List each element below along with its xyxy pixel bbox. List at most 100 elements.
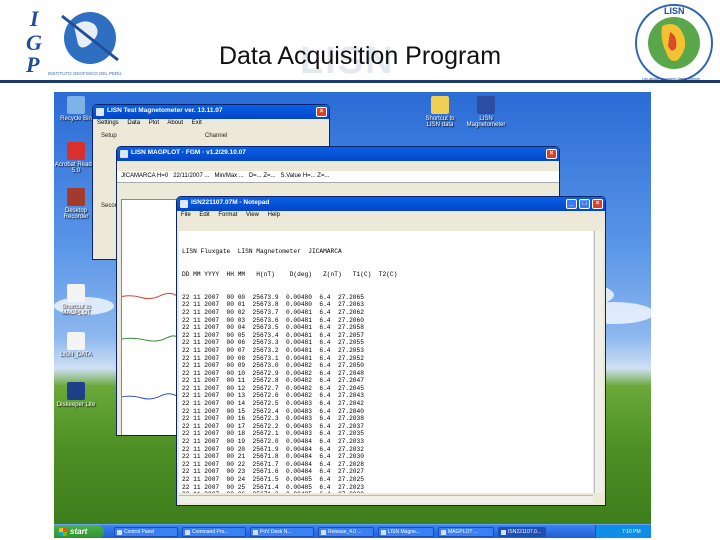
data-row: 22 11 2007 00 13 25672.6 0.00482 6.4 27.… [182, 392, 364, 400]
magplot-info-bar: JICAMARCA H=0 22/11/2007 ... Min/Max ...… [117, 171, 559, 183]
maximize-button[interactable]: □ [579, 199, 590, 209]
data-row: 22 11 2007 00 26 25671.3 0.00485 6.4 27.… [182, 491, 590, 493]
notepad-icon [180, 200, 188, 208]
data-row: 22 11 2007 00 21 25671.8 0.00484 6.4 27.… [182, 453, 364, 461]
magplot-titlebar[interactable]: LISN MAGPLOT · FGM · v1.2/29.10.07 × [117, 147, 559, 161]
desktop-screenshot: Recycle Bin Acrobat Reader 5.0 Desktop R… [54, 92, 651, 538]
data-row: 22 11 2007 00 00 25673.9 0.00480 6.4 27.… [182, 293, 364, 301]
system-tray-clock: 7:10 PM [595, 525, 651, 538]
lisn-logo: LISN Low-latitude Ionospheric Sensor Net… [635, 4, 713, 82]
magnetometer-titlebar[interactable]: LISN Test Magnetometer ver. 13.11.07 × [93, 105, 329, 119]
app-icon [96, 108, 104, 116]
menu-format[interactable]: Format [218, 212, 237, 218]
vertical-scrollbar[interactable] [594, 231, 603, 493]
data-row: 22 11 2007 00 17 25672.2 0.00483 6.4 27.… [182, 422, 364, 430]
notepad-window[interactable]: ISN221107.07M - Notepad _ □ × File Edit … [176, 196, 606, 506]
data-row: 22 11 2007 00 07 25673.2 0.00481 6.4 27.… [182, 346, 364, 354]
horizontal-scrollbar[interactable] [179, 495, 593, 503]
taskbar-item[interactable]: MAGPLOT ... [438, 527, 494, 537]
setup-label: Setup [101, 133, 117, 139]
desktop-icon-label: Shortcut to LISN data [425, 116, 455, 128]
data-row: 22 11 2007 00 18 25672.1 0.00483 6.4 27.… [182, 430, 364, 438]
document-icon [67, 332, 85, 350]
taskbar-item[interactable]: Release_4.0 ... [318, 527, 374, 537]
menu-help[interactable]: Help [268, 212, 280, 218]
data-row: 22 11 2007 00 04 25673.5 0.00481 6.4 27.… [182, 324, 364, 332]
logo-letter-p: P [25, 52, 40, 76]
menu-file[interactable]: File [181, 212, 191, 218]
desktop-icon-label: LISN Magnetometer [466, 116, 506, 128]
magnetogram-plot [121, 199, 179, 435]
igp-logo: I G P INSTITUTO GEOFISICO DEL PERÚ [22, 2, 132, 76]
data-row: 22 11 2007 00 23 25671.6 0.00484 6.4 27.… [182, 468, 364, 476]
desktop-icon-magplot-shortcut[interactable]: Shortcut to MAGPLOT [54, 284, 98, 316]
data-row: 22 11 2007 00 24 25671.5 0.00485 6.4 27.… [182, 476, 364, 483]
info-minmax: Min/Max ... [214, 173, 244, 179]
start-button[interactable]: start [54, 525, 104, 538]
close-button[interactable]: × [592, 199, 603, 209]
data-row: 22 11 2007 00 02 25673.7 0.00481 6.4 27.… [182, 308, 364, 316]
data-columns-line: DD MM YYYY HH MM H(nT) D(deg) Z(nT) T1(C… [182, 270, 398, 278]
logo-letter-i: I [29, 6, 40, 31]
document-icon [67, 284, 85, 302]
data-row: 22 11 2007 00 16 25672.3 0.00483 6.4 27.… [182, 415, 364, 423]
desktop-icon-diskeeper[interactable]: Diskeeper Lite [54, 382, 98, 408]
menu-item[interactable]: About [167, 120, 183, 126]
lisn-logo-text: LISN [664, 6, 685, 16]
minimize-button[interactable]: _ [566, 199, 577, 209]
desktop-icon-label: LISN_DATA [60, 352, 92, 358]
data-row: 22 11 2007 00 03 25673.6 0.00481 6.4 27.… [182, 316, 364, 324]
recorder-icon [67, 188, 85, 206]
desktop-icon-label: Shortcut to MAGPLOT [61, 304, 91, 316]
data-row: 22 11 2007 00 01 25673.8 0.00480 6.4 27.… [182, 301, 364, 309]
channel-label: Channel [205, 133, 228, 139]
data-row: 22 11 2007 00 14 25672.5 0.00483 6.4 27.… [182, 400, 364, 408]
menu-item[interactable]: Exit [192, 120, 202, 126]
data-row: 22 11 2007 00 20 25671.9 0.00484 6.4 27.… [182, 445, 364, 453]
info-svalue: S.Value H=... Z=... [280, 173, 330, 179]
acrobat-icon [67, 142, 85, 160]
taskbar-item[interactable]: LISN Magne... [378, 527, 434, 537]
slide-title: Data Acquisition Program [218, 42, 502, 70]
info-dz: D=... Z=... [248, 173, 276, 179]
data-header-line: LISN Fluxgate LISN Magnetometer JICAMARC… [182, 248, 342, 256]
menu-item[interactable]: Settings [97, 120, 119, 126]
menu-bar: Settings Data Plot About Exit [93, 119, 329, 129]
window-title: ISN221107.07M - Notepad [191, 199, 270, 206]
info-station: JICAMARCA H=0 [121, 173, 169, 179]
folder-icon [431, 96, 449, 114]
taskbar: start Control Panel Command Pro... PoV D… [54, 524, 651, 538]
desktop-icon-label: Recycle Bin [60, 116, 92, 122]
taskbar-item-active[interactable]: ISN221107.0... [498, 527, 546, 537]
data-row: 22 11 2007 00 19 25672.0 0.00484 6.4 27.… [182, 438, 364, 446]
notepad-titlebar[interactable]: ISN221107.07M - Notepad _ □ × [177, 197, 605, 211]
info-date: 22/11/2007 ... [173, 173, 210, 179]
close-button[interactable]: × [546, 149, 557, 159]
menu-item[interactable]: Data [127, 120, 140, 126]
data-row: 22 11 2007 00 22 25671.7 0.00484 6.4 27.… [182, 460, 364, 468]
header-rule [0, 80, 720, 83]
data-row: 22 11 2007 00 11 25672.8 0.00482 6.4 27.… [182, 377, 364, 385]
taskbar-item[interactable]: PoV Desk N... [250, 527, 314, 537]
taskbar-item[interactable]: Command Pro... [182, 527, 246, 537]
desktop-icon-lisn-magnetometer[interactable]: LISN Magnetometer [464, 96, 508, 128]
menu-view[interactable]: View [246, 212, 259, 218]
data-row: 22 11 2007 00 25 25671.4 0.00485 6.4 27.… [182, 483, 364, 491]
menu-edit[interactable]: Edit [199, 212, 209, 218]
notepad-text-area[interactable]: LISN Fluxgate LISN Magnetometer JICAMARC… [179, 231, 593, 493]
app-icon [120, 150, 128, 158]
data-row: 22 11 2007 00 06 25673.3 0.00481 6.4 27.… [182, 339, 364, 347]
diskeeper-icon [67, 382, 85, 400]
desktop-icon-lisn-shortcut[interactable]: Shortcut to LISN data [418, 96, 462, 128]
data-row: 22 11 2007 00 05 25673.4 0.00481 6.4 27.… [182, 331, 364, 339]
menu-item[interactable]: Plot [149, 120, 159, 126]
taskbar-item[interactable]: Control Panel [114, 527, 178, 537]
lisn-app-icon [477, 96, 495, 114]
window-title: LISN MAGPLOT · FGM · v1.2/29.10.07 [131, 149, 246, 156]
close-button[interactable]: × [316, 107, 327, 117]
desktop-icon-lisn-data[interactable]: LISN_DATA [54, 332, 98, 358]
window-title: LISN Test Magnetometer ver. 13.11.07 [107, 107, 223, 114]
desktop-icon-label: Diskeeper Lite [56, 402, 96, 408]
desktop-icon-label: Desktop Recorder [63, 208, 89, 220]
menu-bar [117, 161, 559, 171]
